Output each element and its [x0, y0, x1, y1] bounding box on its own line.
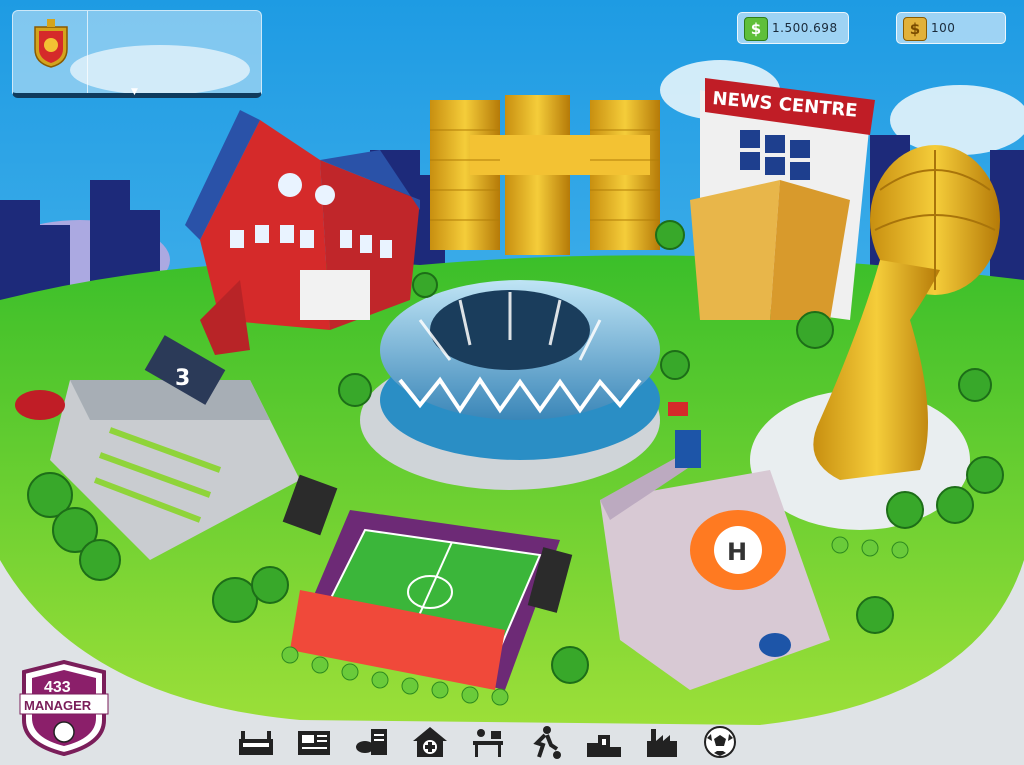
- podium-icon: [587, 735, 621, 757]
- headquarters-towers: [430, 95, 660, 255]
- office-button[interactable]: [462, 722, 514, 762]
- news-centre-building: NEWS CENTRE: [690, 78, 875, 320]
- news-button[interactable]: [288, 722, 340, 762]
- coin-icon: $: [903, 17, 927, 41]
- stadium-icon: [239, 731, 273, 755]
- cash-icon: $: [744, 17, 768, 41]
- balance-value: 1.500.698: [772, 21, 838, 35]
- training-player-icon: [533, 726, 561, 759]
- match-button[interactable]: [694, 722, 746, 762]
- medical-house-icon: [413, 727, 447, 757]
- balance-display[interactable]: $ 1.500.698: [737, 12, 849, 44]
- medical-button[interactable]: [404, 722, 456, 762]
- football-icon: [704, 726, 736, 758]
- panel-divider: [87, 11, 88, 93]
- club-crest-icon: [34, 19, 68, 68]
- newspaper-icon: [298, 731, 330, 755]
- hospital-helipad-letter: H: [727, 538, 747, 566]
- coins-display[interactable]: $ 100: [896, 12, 1006, 44]
- contracts-button[interactable]: [346, 722, 398, 762]
- logo-word: MANAGER: [24, 698, 92, 713]
- coins-value: 100: [931, 21, 956, 35]
- office-desk-icon: [473, 729, 503, 757]
- rankings-button[interactable]: [578, 722, 630, 762]
- stadium-button[interactable]: [230, 722, 282, 762]
- club-panel[interactable]: ▼: [12, 10, 262, 98]
- dropdown-arrow-icon[interactable]: ▼: [131, 88, 138, 97]
- city-scene: NEWS CENTRE 3 H: [0, 0, 1024, 765]
- finance-button[interactable]: [636, 722, 688, 762]
- whistle-contract-icon: [356, 729, 387, 755]
- training-number: 3: [175, 366, 190, 391]
- main-stadium: [380, 280, 660, 460]
- 433-manager-logo: 433 MANAGER: [19, 660, 109, 756]
- logo-number: 433: [44, 679, 71, 696]
- bottom-toolbar: [230, 722, 790, 764]
- training-button[interactable]: [520, 722, 572, 762]
- factory-icon: [647, 729, 677, 757]
